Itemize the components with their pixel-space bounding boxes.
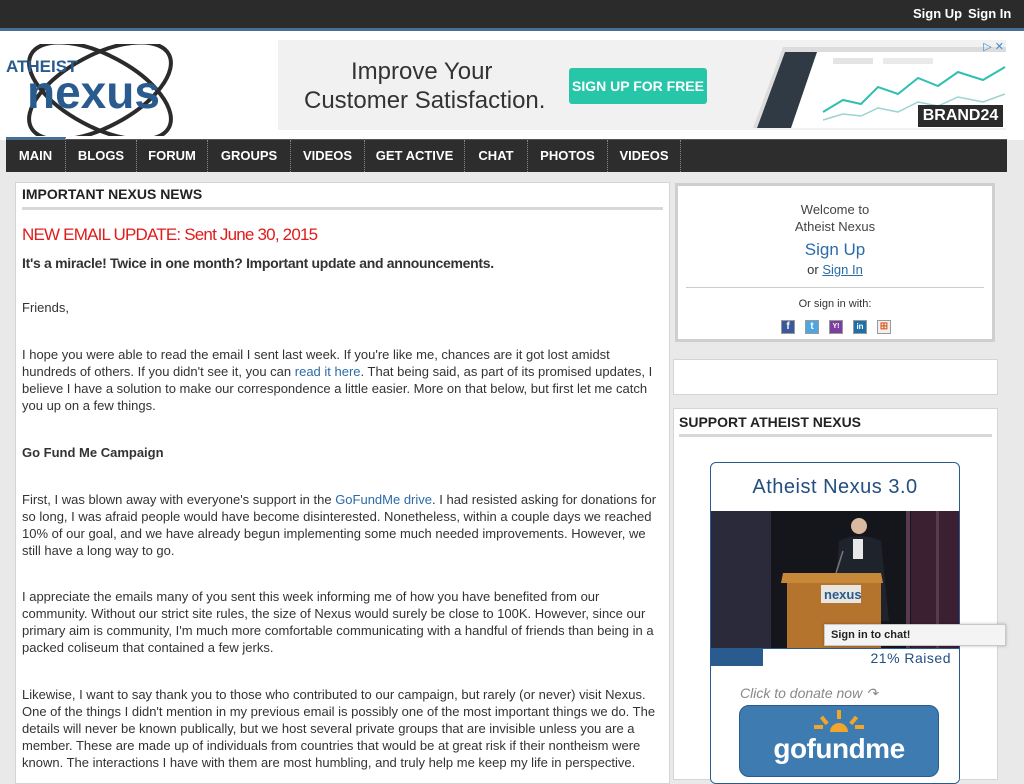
nav-photos[interactable]: PHOTOS [528, 140, 608, 172]
read-it-here-link[interactable]: read it here [295, 364, 361, 379]
signup-link[interactable]: Sign Up [913, 6, 962, 21]
ad-headline-line-1: Improve Your [351, 58, 493, 85]
site-logo[interactable]: ATHEIST nexus [5, 44, 183, 136]
ad-signup-button[interactable]: SIGN UP FOR FREE [569, 68, 707, 104]
logo-main-text: nexus [27, 66, 160, 118]
welcome-signup-link[interactable]: Sign Up [678, 240, 992, 260]
fundraiser-title: Atheist Nexus 3.0 [752, 476, 918, 498]
welcome-line-2: Atheist Nexus [794, 219, 876, 234]
nav-blogs[interactable]: BLOGS [66, 140, 137, 172]
yahoo-icon[interactable]: Y! [829, 320, 843, 334]
ad-brand-logo: BRAND24 [918, 105, 1003, 127]
top-bar: Sign Up Sign In [0, 0, 1024, 31]
ad-headline: Improve Your Customer Satisfaction. [304, 57, 545, 115]
gofundme-drive-link[interactable]: GoFundMe drive [335, 492, 432, 507]
paragraph-2: First, I was blown away with everyone's … [22, 491, 662, 559]
sun-icon [814, 710, 864, 732]
chat-signin-tab[interactable]: Sign in to chat! [824, 624, 1006, 646]
paragraph-2-text-a: First, I was blown away with everyone's … [22, 492, 336, 507]
ad-banner[interactable]: Improve Your Customer Satisfaction. SIGN… [278, 40, 1006, 130]
paragraph-1: I hope you were able to read the email I… [22, 346, 662, 414]
support-heading-rule [679, 434, 992, 437]
welcome-or-signin: or Sign In [678, 262, 992, 277]
main-nav: MAIN BLOGS FORUM GROUPS VIDEOS GET ACTIV… [6, 137, 1007, 172]
gofundme-logo-text: gofundme [773, 733, 905, 764]
welcome-divider [686, 287, 984, 288]
click-to-donate-text[interactable]: Click to donate now ↷ [740, 685, 878, 702]
curved-arrow-icon: ↷ [866, 685, 878, 701]
section-title: Go Fund Me Campaign [22, 445, 164, 460]
nav-get-active[interactable]: GET ACTIVE [365, 140, 465, 172]
news-heading-rule [22, 207, 663, 210]
podium-logo: nexus [824, 587, 862, 602]
donate-prompt-text: Click to donate now [740, 685, 863, 701]
welcome-box: Welcome to Atheist Nexus Sign Up or Sign… [675, 183, 995, 342]
or-sign-in-with-label: Or sign in with: [798, 298, 872, 310]
nav-forum[interactable]: FORUM [137, 140, 208, 172]
update-title: NEW EMAIL UPDATE: Sent June 30, 2015 [22, 225, 318, 244]
nav-videos-2[interactable]: VIDEOS [608, 140, 681, 172]
fundraiser-progress-bar: 21% Raised [711, 648, 959, 667]
greeting-text: Friends, [22, 300, 69, 315]
support-panel: SUPPORT ATHEIST NEXUS Atheist Nexus 3.0 … [673, 408, 998, 784]
welcome-signin-link[interactable]: Sign In [822, 262, 862, 277]
update-subhead: It's a miracle! Twice in one month? Impo… [22, 255, 494, 271]
linkedin-icon[interactable]: in [853, 320, 867, 334]
nav-main[interactable]: MAIN [6, 137, 66, 172]
news-panel: IMPORTANT NEXUS NEWS NEW EMAIL UPDATE: S… [15, 182, 670, 784]
ad-choices-icon[interactable]: ▷ ✕ [983, 40, 1004, 53]
welcome-line-1: Welcome to [800, 202, 870, 217]
paragraph-4: Likewise, I want to say thank you to tho… [22, 687, 656, 770]
welcome-or-text: or [807, 262, 819, 277]
page-right-gutter [1007, 140, 1024, 768]
nav-chat[interactable]: CHAT [465, 140, 528, 172]
nav-groups[interactable]: GROUPS [208, 140, 291, 172]
facebook-icon[interactable]: f [781, 320, 795, 334]
windows-icon[interactable]: ⊞ [877, 320, 891, 334]
news-heading: IMPORTANT NEXUS NEWS [22, 186, 203, 202]
nav-videos[interactable]: VIDEOS [291, 140, 365, 172]
progress-fill [711, 649, 764, 667]
ad-headline-line-2: Customer Satisfaction. [304, 87, 546, 114]
gofundme-button[interactable]: gofundme [739, 705, 939, 777]
signin-link[interactable]: Sign In [968, 6, 1011, 21]
progress-label: 21% Raised [870, 650, 951, 666]
paragraph-3: I appreciate the emails many of you sent… [22, 589, 654, 655]
support-heading: SUPPORT ATHEIST NEXUS [679, 414, 862, 430]
empty-widget [673, 359, 998, 395]
twitter-icon[interactable]: t [805, 320, 819, 334]
